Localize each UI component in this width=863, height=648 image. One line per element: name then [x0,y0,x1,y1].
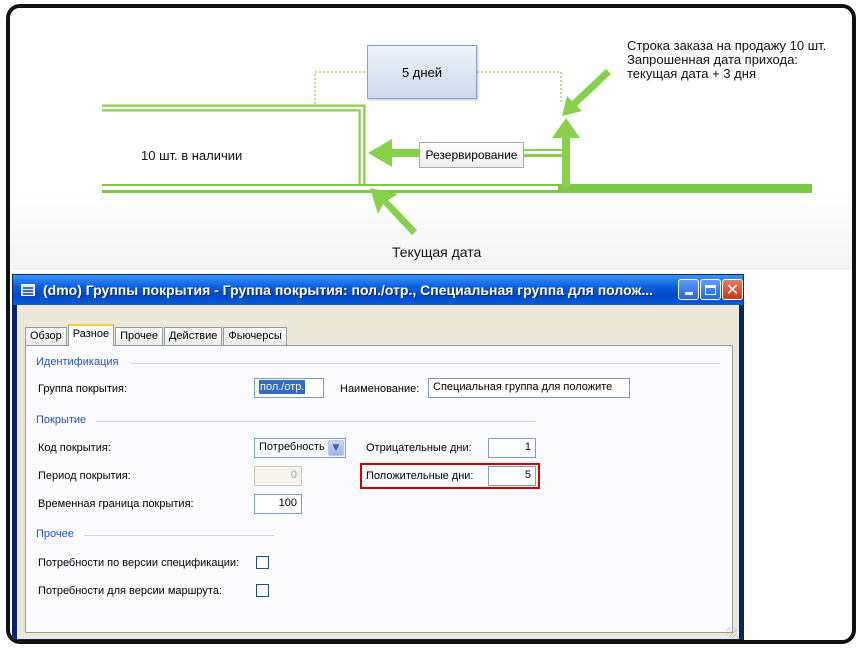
window-client: Обзор Разное Прочее Действие Фьючерсы Ид… [17,305,739,639]
route-version-label: Потребности для версии маршрута: [38,585,223,597]
order-line-2: Запрошенная дата прихода: [627,52,798,67]
days-box: 5 дней [367,45,477,99]
minimize-button[interactable] [678,279,699,300]
form-icon[interactable] [21,284,35,296]
reservation-box: Резервирование [419,142,524,168]
negative-days-label: Отрицательные дни: [366,442,472,454]
identification-divider [130,363,720,364]
name-label: Наименование: [340,383,420,395]
coverage-code-select[interactable]: Потребность ▼ [254,438,346,458]
route-version-checkbox[interactable] [256,584,269,597]
maximize-icon [705,284,716,295]
tab-strip: Обзор Разное Прочее Действие Фьючерсы [25,323,288,346]
coverage-group-value: пол./отр. [259,380,306,394]
positive-days-label: Положительные дни: [366,470,474,482]
coverage-group-title: Покрытие [36,414,87,426]
reservation-arrowhead [368,139,392,167]
tab-panel: Идентификация Группа покрытия: пол./отр.… [25,345,733,633]
bom-version-checkbox[interactable] [256,556,269,569]
positive-days-field[interactable]: 5 [488,466,536,486]
tab-futures[interactable]: Фьючерсы [223,327,287,345]
minimize-icon [684,292,693,295]
negative-days-field[interactable]: 1 [488,438,536,458]
tab-overview[interactable]: Обзор [25,327,67,345]
bom-version-label: Потребности по версии спецификации: [38,557,240,569]
window-title: (dmo) Группы покрытия - Группа покрытия:… [43,282,654,298]
tab-general[interactable]: Разное [67,324,115,346]
order-arrow-shaft [562,135,570,187]
coverage-group-field[interactable]: пол./отр. [254,378,324,398]
other-divider [84,535,274,536]
coverage-group-label: Группа покрытия: [38,383,128,395]
name-field[interactable]: Специальная группа для положите [428,378,630,398]
maximize-button[interactable] [700,279,721,300]
close-button[interactable]: ✕ [722,279,743,300]
title-bar[interactable]: (dmo) Группы покрытия - Группа покрытия:… [13,275,743,305]
coverage-code-label: Код покрытия: [38,442,111,454]
coverage-period-label: Период покрытия: [38,470,131,482]
dotted-connector-right [477,71,562,104]
coverage-code-value: Потребность [259,441,325,453]
identification-group-title: Идентификация [36,356,119,368]
time-fence-field[interactable]: 100 [254,494,302,514]
chevron-down-icon[interactable]: ▼ [328,440,344,456]
screenshot-frame: 5 дней Резервирование 10 шт. в наличии Т… [6,4,856,644]
today-label: Текущая дата [392,244,482,260]
order-line-1: Строка заказа на продажу 10 шт. [627,38,827,53]
coverage-period-field[interactable]: 0 [254,466,302,486]
tab-other[interactable]: Прочее [115,327,163,345]
time-fence-label: Временная граница покрытия: [38,498,194,510]
coverage-divider [96,421,536,422]
tab-action[interactable]: Действие [163,327,223,345]
order-arrow [562,69,611,116]
order-description: Строка заказа на продажу 10 шт. Запрошен… [627,39,826,81]
other-group-title: Прочее [36,528,74,540]
close-icon: ✕ [725,279,740,299]
resize-grip-icon[interactable] [727,627,737,637]
order-line-3: текущая дата + 3 дня [627,66,756,81]
dotted-connector-left [314,71,367,104]
coverage-groups-window: (dmo) Группы покрытия - Группа покрытия:… [12,274,744,640]
stock-label: 10 шт. в наличии [141,148,243,163]
today-arrow [370,188,417,235]
